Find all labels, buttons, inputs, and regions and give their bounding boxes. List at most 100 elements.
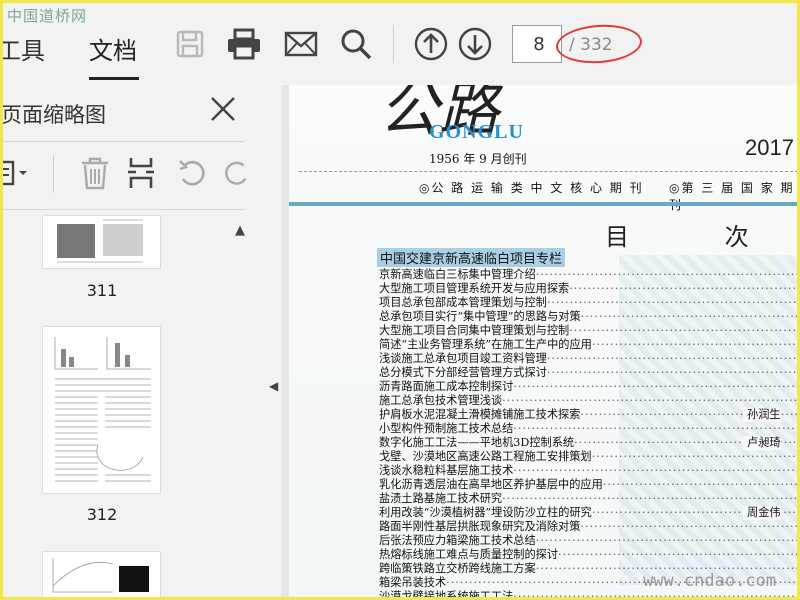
toc-entry[interactable]: 项目总承包部成本管理策划与控制·························… xyxy=(379,296,798,310)
thumbnail-options-button[interactable] xyxy=(3,153,37,193)
toc-entry[interactable]: 护肩板水泥混凝土滑模摊铺施工技术探索······················… xyxy=(379,408,797,422)
collapse-sidebar-button[interactable]: ◀ xyxy=(269,379,278,393)
toc-entry[interactable]: 盐渍土路基施工技术研究·····························… xyxy=(379,492,797,506)
toc-entry[interactable]: 热熔标线施工难点与质量控制的探讨························… xyxy=(379,548,797,562)
page-number-label: 312 xyxy=(86,505,118,524)
toc-entry[interactable]: 小型构件预制施工技术总结····························… xyxy=(379,422,800,436)
toc-leader-dots: ········································… xyxy=(569,282,798,295)
toc-leader-dots: ········································… xyxy=(546,352,798,365)
toc-entry[interactable]: 沥青路面施工成本控制探讨····························… xyxy=(379,380,797,394)
toc-entry[interactable]: 简述“主业务管理系统”在施工生产中的应用····················… xyxy=(379,338,797,352)
delete-page-button[interactable] xyxy=(75,153,115,193)
sidebar-splitter[interactable] xyxy=(281,85,289,597)
email-button[interactable] xyxy=(284,27,318,61)
rotate-right-button[interactable] xyxy=(221,153,251,193)
toc-entry[interactable]: 数字化施工工法——平地机3D控制系统······················… xyxy=(379,436,797,450)
toc-entry[interactable]: 戈壁、沙漠地区高速公路工程施工安排策划·····················… xyxy=(379,450,797,464)
toc-leader-dots: ········································… xyxy=(502,394,799,407)
scroll-up-button[interactable]: ▲ xyxy=(235,223,245,238)
toc-leader-dots: ········································… xyxy=(513,422,800,435)
toc-entry[interactable]: 路面半刚性基层拱胀现象研究及消除对策······················… xyxy=(379,520,800,534)
search-icon xyxy=(341,29,372,60)
toc-entry-title: 简述“主业务管理系统”在施工生产中的应用 xyxy=(379,338,592,351)
previous-page-button[interactable] xyxy=(414,27,448,61)
toc-entry-title: 总承包项目实行“集中管理”的思路与对策 xyxy=(379,310,581,323)
toc-entry[interactable]: 大型施工项目管理系统开发与应用探索·······················… xyxy=(379,282,798,296)
close-sidebar-button[interactable] xyxy=(209,95,237,123)
divider xyxy=(53,155,54,193)
divider xyxy=(299,171,797,172)
next-page-button[interactable] xyxy=(458,27,492,61)
toc-entry-title: 浅谈水稳粒料基层施工技术 xyxy=(379,464,514,477)
toc-entry[interactable]: 京新高速临白三标集中管理介绍··························… xyxy=(379,268,800,282)
watermark-top: 中国道桥网 xyxy=(7,7,88,25)
journal-name-en: GONGLU xyxy=(429,121,524,143)
rotate-left-icon xyxy=(179,160,205,186)
toc-entry-title: 乳化沥青透层油在高旱地区养护基层中的应用 xyxy=(379,478,603,491)
toc-entry-title: 后张法预应力箱梁施工技术总结 xyxy=(379,534,536,547)
toc-entry[interactable]: 利用改装“沙漠植树器”埋设防沙立柱的研究····················… xyxy=(379,506,797,520)
national-journal-label: ◎第 三 届 国 家 期 刊 xyxy=(669,181,795,212)
app-window: 中国道桥网 工具 文档 8 / 332 页面缩略图 311 312 ▲ ◀ 公路… xyxy=(0,0,800,600)
page-thumbnail[interactable] xyxy=(42,326,161,494)
tab-document[interactable]: 文档 xyxy=(89,31,137,66)
toolbar-divider xyxy=(393,25,394,63)
toc-entry-title: 箱梁吊装技术 xyxy=(379,576,447,589)
active-tab-indicator xyxy=(89,77,139,80)
toc-entry-title: 路面半刚性基层拱胀现象研究及消除对策 xyxy=(379,520,581,533)
save-button[interactable] xyxy=(173,27,207,61)
search-button[interactable] xyxy=(339,27,373,61)
divider xyxy=(3,209,245,210)
toc-entry-title: 小型构件预制施工技术总结 xyxy=(379,422,514,435)
extract-page-button[interactable] xyxy=(121,153,161,193)
print-button[interactable] xyxy=(227,27,261,61)
toc-entry-title: 京新高速临白三标集中管理介绍 xyxy=(379,268,536,281)
toc-entry[interactable]: 乳化沥青透层油在高旱地区养护基层中的应用····················… xyxy=(379,478,797,492)
toc-entry-title: 沥青路面施工成本控制探讨 xyxy=(379,380,514,393)
toc-entry-title: 热熔标线施工难点与质量控制的探讨 xyxy=(379,548,559,561)
toc-entry[interactable]: 沙漠戈壁接地系统施工工法····························… xyxy=(379,590,797,597)
sidebar-title: 页面缩略图 xyxy=(1,103,106,127)
toc-leader-dots: ········································… xyxy=(546,296,798,309)
toc-entry[interactable]: 浅谈施工总承包项目竣工资料管理·························… xyxy=(379,352,798,366)
toc-list: 京新高速临白三标集中管理介绍··························… xyxy=(379,268,800,597)
page-thumbnail[interactable] xyxy=(42,215,161,269)
document-viewport[interactable]: 公路 GONGLU 2017 1956 年 9 月创刊 ◎公 路 运 输 类 中… xyxy=(289,85,800,597)
section-title: 中国交建京新高速临白项目专栏 xyxy=(377,248,566,267)
toc-entry[interactable]: 总承包项目实行“集中管理”的思路与对策·····················… xyxy=(379,310,797,324)
toc-entry[interactable]: 总分模式下分部经营管理方式探讨·························… xyxy=(379,366,797,380)
tab-tools[interactable]: 工具 xyxy=(3,31,45,66)
toc-entry-author: 周金伟 xyxy=(743,506,781,520)
thumbnail-sidebar: 页面缩略图 311 312 ▲ xyxy=(1,85,263,597)
save-icon xyxy=(176,30,204,58)
toc-leader-dots: ········································… xyxy=(569,324,798,337)
journal-year: 2017 xyxy=(745,135,794,160)
toc-leader-dots: ········································… xyxy=(591,450,797,463)
toc-leader-dots: ········································… xyxy=(580,520,800,533)
arrow-down-circle-icon xyxy=(458,27,492,61)
toc-leader-dots: ········································… xyxy=(535,268,800,281)
print-icon xyxy=(228,28,260,60)
toc-entry-title: 护肩板水泥混凝土滑模摊铺施工技术探索 xyxy=(379,408,581,421)
thumbnail-preview xyxy=(52,558,149,593)
toc-leader-dots: ········································… xyxy=(535,534,800,547)
thumbnail-list: 311 312 xyxy=(3,215,261,597)
toc-entry-title: 大型施工项目管理系统开发与应用探索 xyxy=(379,282,570,295)
toc-entry[interactable]: 浅谈水稳粒料基层施工技术····························… xyxy=(379,464,797,478)
watermark-bottom: www.cndao.com xyxy=(643,571,777,591)
trash-icon xyxy=(82,157,108,190)
rotate-left-button[interactable] xyxy=(173,153,213,193)
toc-entry-title: 项目总承包部成本管理策划与控制 xyxy=(379,296,547,309)
options-dropdown-icon xyxy=(3,160,27,186)
toc-entry[interactable]: 后张法预应力箱梁施工技术总结··························… xyxy=(379,534,800,548)
close-icon xyxy=(211,97,235,121)
toc-entry-title: 盐渍土路基施工技术研究 xyxy=(379,492,503,505)
toc-entry[interactable]: 大型施工项目合同集中管理策划与控制·······················… xyxy=(379,324,798,338)
toc-entry[interactable]: 施工总承包技术管理浅谈·····························… xyxy=(379,394,799,408)
page-thumbnail[interactable] xyxy=(42,551,161,597)
toolbar: 中国道桥网 工具 文档 8 / 332 xyxy=(3,3,797,85)
rotate-right-icon xyxy=(225,161,247,185)
page-number-label: 311 xyxy=(86,281,118,300)
toc-entry-title: 戈壁、沙漠地区高速公路工程施工安排策划 xyxy=(379,450,592,463)
page-number-input[interactable]: 8 xyxy=(512,25,562,63)
